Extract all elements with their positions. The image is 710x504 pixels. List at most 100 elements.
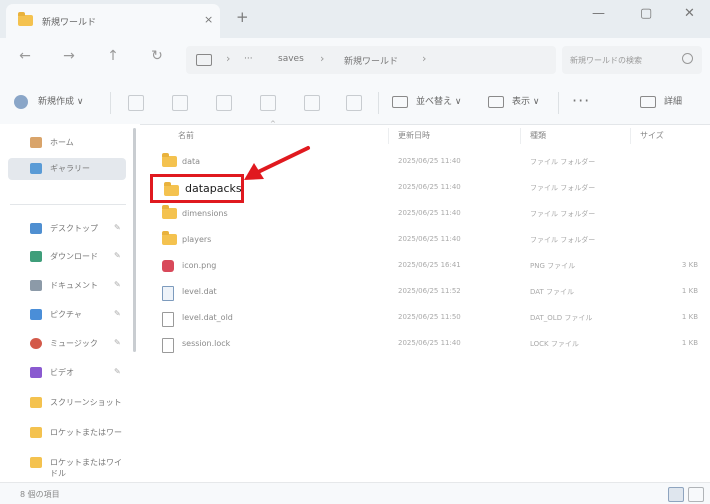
- sidebar-item-label: ドキュメント: [50, 281, 98, 290]
- file-type: PNG ファイル: [530, 262, 576, 270]
- file-icon: [162, 338, 174, 353]
- sidebar-item-videos[interactable]: ビデオ ✎: [0, 362, 126, 384]
- file-name: dimensions: [182, 209, 228, 218]
- table-row[interactable]: icon.png 2025/06/25 16:41 PNG ファイル 3 KB: [160, 254, 700, 278]
- sidebar-item-pictures[interactable]: ピクチャ ✎: [0, 304, 126, 326]
- sidebar-item-desktop[interactable]: デスクトップ ✎: [0, 218, 126, 240]
- sidebar-item-downloads[interactable]: ダウンロード ✎: [0, 246, 126, 268]
- minimize-button[interactable]: —: [592, 6, 605, 21]
- breadcrumb-saves[interactable]: saves: [278, 54, 304, 64]
- more-options-button[interactable]: ···: [572, 91, 590, 110]
- video-icon: [30, 367, 42, 378]
- back-button[interactable]: ←: [14, 48, 36, 64]
- details-pane-button[interactable]: 詳細: [640, 94, 682, 108]
- sidebar-item-label: ロケットまたはワー: [50, 428, 122, 437]
- file-date: 2025/06/25 11:40: [398, 157, 461, 165]
- file-date: 2025/06/25 11:40: [398, 235, 461, 243]
- this-pc-icon: [196, 54, 212, 66]
- sidebar-item-gallery[interactable]: ギャラリー: [8, 158, 126, 180]
- highlight-box-datapacks[interactable]: datapacks: [150, 174, 244, 203]
- new-tab-button[interactable]: +: [236, 8, 249, 26]
- file-date: 2025/06/25 11:50: [398, 313, 461, 321]
- status-bar: 8 個の項目: [0, 482, 710, 504]
- table-row[interactable]: level.dat 2025/06/25 11:52 DAT ファイル 1 KB: [160, 280, 700, 304]
- tab-close-icon[interactable]: ×: [204, 13, 213, 26]
- sidebar-item-documents[interactable]: ドキュメント ✎: [0, 275, 126, 297]
- delete-icon[interactable]: [346, 95, 362, 111]
- file-type: ファイル フォルダー: [530, 210, 596, 218]
- file-name: level.dat_old: [182, 313, 233, 322]
- file-size: 3 KB: [681, 261, 698, 269]
- file-name: data: [182, 157, 201, 166]
- table-row[interactable]: players 2025/06/25 11:40 ファイル フォルダー: [160, 228, 700, 252]
- cut-icon[interactable]: [128, 95, 144, 111]
- table-row[interactable]: level.dat_old 2025/06/25 11:50 DAT_OLD フ…: [160, 306, 700, 330]
- folder-icon: [30, 457, 42, 468]
- up-button[interactable]: ↑: [102, 48, 124, 64]
- gallery-icon: [30, 163, 42, 174]
- column-header-size[interactable]: サイズ: [640, 130, 664, 141]
- sidebar-item-home[interactable]: ホーム: [0, 132, 126, 154]
- view-button-label: 表示 ∨: [512, 97, 540, 107]
- sidebar-divider: [10, 204, 126, 205]
- desktop-icon: [30, 223, 42, 234]
- sidebar-scrollbar[interactable]: [133, 128, 136, 352]
- column-header-name[interactable]: 名前: [178, 130, 194, 141]
- column-divider: [388, 128, 389, 144]
- refresh-button[interactable]: ↻: [146, 48, 168, 64]
- file-icon: [162, 312, 174, 327]
- navigation-pane: ホーム ギャラリー デスクトップ ✎ ダウンロード ✎ ドキュメント ✎ ピクチ…: [0, 124, 140, 482]
- search-box[interactable]: 新規ワールドの検索: [562, 46, 702, 74]
- sidebar-item-label: ホーム: [50, 138, 74, 147]
- pin-icon[interactable]: ✎: [114, 251, 121, 260]
- new-button[interactable]: 新規作成 ∨: [14, 94, 83, 109]
- pin-icon[interactable]: ✎: [114, 367, 121, 376]
- folder-icon: [162, 231, 177, 245]
- table-row[interactable]: dimensions 2025/06/25 11:40 ファイル フォルダー: [160, 202, 700, 226]
- window-tab[interactable]: 新規ワールド ×: [6, 4, 220, 38]
- search-icon: [682, 53, 693, 64]
- sort-button[interactable]: 並べ替え ∨: [392, 94, 461, 108]
- sort-icon: [392, 95, 408, 108]
- close-button[interactable]: ✕: [684, 6, 695, 21]
- pin-icon[interactable]: ✎: [114, 223, 121, 232]
- breadcrumb-overflow[interactable]: ···: [244, 54, 253, 64]
- sidebar-item-folder[interactable]: ロケットまたはワイドル: [0, 452, 126, 478]
- file-size: 1 KB: [681, 339, 698, 347]
- breadcrumb-current[interactable]: 新規ワールド: [344, 54, 398, 67]
- file-date: 2025/06/25 16:41: [398, 261, 461, 269]
- paste-icon[interactable]: [216, 95, 232, 111]
- file-date: 2025/06/25 11:40: [398, 209, 461, 217]
- folder-icon: [162, 153, 177, 167]
- address-bar[interactable]: › ··· saves › 新規ワールド ›: [186, 46, 556, 74]
- sidebar-item-label: ダウンロード: [50, 252, 98, 261]
- share-icon[interactable]: [304, 95, 320, 111]
- breadcrumb-separator: ›: [320, 52, 325, 65]
- sidebar-item-music[interactable]: ミュージック ✎: [0, 333, 126, 355]
- rename-icon[interactable]: [260, 95, 276, 111]
- sidebar-item-label: デスクトップ: [50, 224, 98, 233]
- dat-file-icon: [162, 286, 174, 301]
- file-type: DAT_OLD ファイル: [530, 314, 593, 322]
- address-row: ← → ↑ ↻ › ··· saves › 新規ワールド › 新規ワールドの検索: [0, 38, 710, 82]
- sort-indicator: ^: [270, 120, 276, 128]
- tiles-view-icon[interactable]: [688, 487, 704, 502]
- column-divider: [520, 128, 521, 144]
- column-header-type[interactable]: 種類: [530, 130, 546, 141]
- sidebar-item-screenshots[interactable]: スクリーンショット: [0, 392, 126, 414]
- command-bar: 新規作成 ∨ 並べ替え ∨ 表示 ∨ ··· 詳細: [0, 82, 710, 125]
- forward-button[interactable]: →: [58, 48, 80, 64]
- table-row[interactable]: session.lock 2025/06/25 11:40 LOCK ファイル …: [160, 332, 700, 356]
- sidebar-item-label: ピクチャ: [50, 310, 82, 319]
- details-view-icon[interactable]: [668, 487, 684, 502]
- column-header-date[interactable]: 更新日時: [398, 130, 430, 141]
- maximize-button[interactable]: ▢: [640, 6, 652, 21]
- copy-icon[interactable]: [172, 95, 188, 111]
- sidebar-item-folder[interactable]: ロケットまたはワー: [0, 422, 126, 444]
- pin-icon[interactable]: ✎: [114, 280, 121, 289]
- column-divider: [630, 128, 631, 144]
- pin-icon[interactable]: ✎: [114, 309, 121, 318]
- item-count: 8 個の項目: [20, 490, 60, 499]
- view-button[interactable]: 表示 ∨: [488, 94, 539, 108]
- pin-icon[interactable]: ✎: [114, 338, 121, 347]
